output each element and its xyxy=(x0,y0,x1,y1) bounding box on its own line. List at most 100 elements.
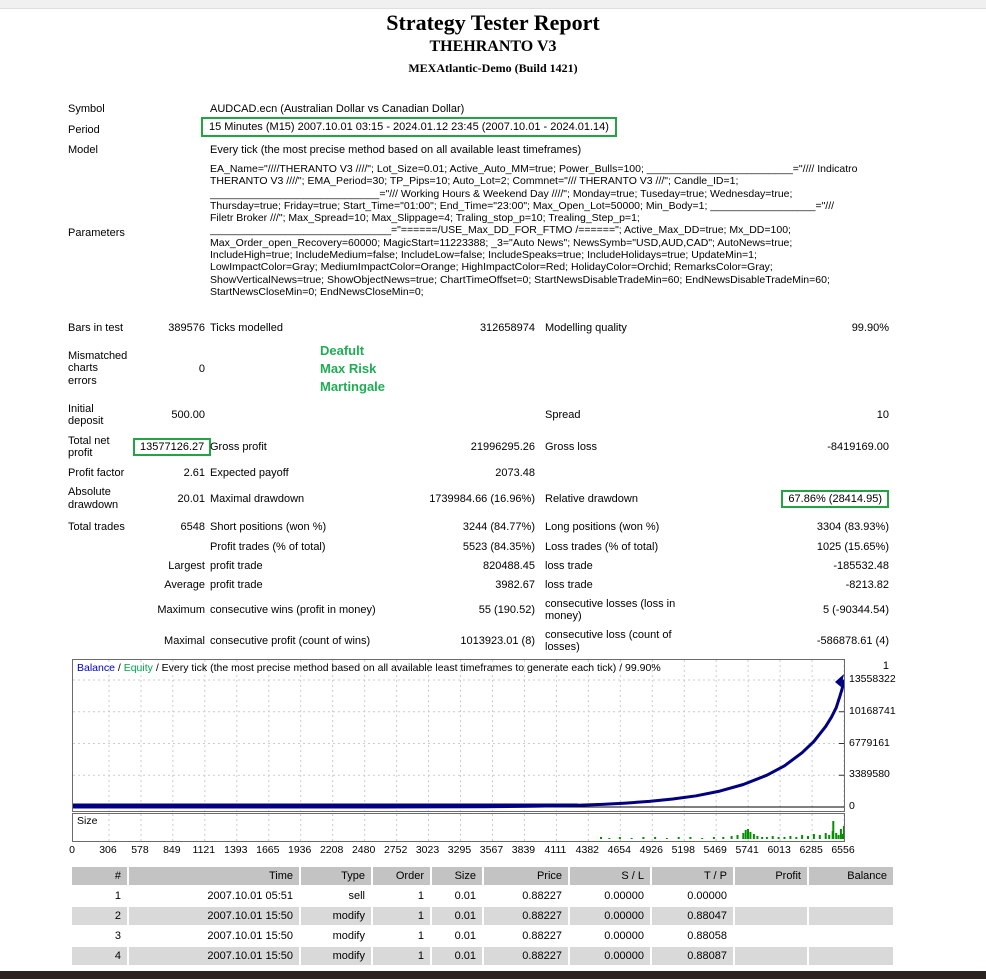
trades-column-header: Order xyxy=(373,867,430,885)
legend-model-text: Every tick (the most precise method base… xyxy=(162,662,661,674)
table-cell: 0.88227 xyxy=(484,927,568,945)
trades-table: #TimeTypeOrderSizePriceS / LT / PProfitB… xyxy=(70,865,895,979)
highlight-box: 67.86% (28414.95) xyxy=(781,490,889,508)
parameters-line: _____________________________="/// Worki… xyxy=(210,188,910,200)
stats-cell-c3: Expected payoff xyxy=(205,467,410,479)
stats-cell-c5: consecutive losses (loss in money) xyxy=(535,598,705,622)
parameters-label: Parameters xyxy=(68,227,125,239)
stats-cell-c1: Bars in test xyxy=(68,322,133,335)
x-axis-label: 4111 xyxy=(538,844,572,856)
stats-cell-c6: 1025 (15.65%) xyxy=(705,541,889,553)
parameters-line: LowImpactColor=Gray; MediumImpactColor=O… xyxy=(210,261,910,273)
stats-cell-c6: 5 (-90344.54) xyxy=(705,604,889,616)
size-bars-plot xyxy=(73,814,844,841)
stats-cell-c5: loss trade xyxy=(535,579,705,591)
trades-column-header: Profit xyxy=(735,867,807,885)
table-cell xyxy=(735,947,807,965)
y-axis-label: 6779161 xyxy=(849,737,890,749)
stats-cell-c5: Modelling quality xyxy=(535,322,705,334)
x-axis-label: 5741 xyxy=(730,844,764,856)
stats-cell-c2: Largest xyxy=(133,560,205,572)
x-axis-label: 0 xyxy=(55,844,89,856)
table-cell: modify xyxy=(301,927,371,945)
stats-cell-c4: 1013923.01 (8) xyxy=(410,635,535,647)
stats-cell-c3: Ticks modelled xyxy=(205,322,410,334)
table-cell: 0.00000 xyxy=(570,947,650,965)
table-cell xyxy=(809,927,893,945)
stats-cell-c4: 21996295.26 xyxy=(410,441,535,453)
stats-row: Total net profit13577126.27Gross profit2… xyxy=(68,435,889,460)
stats-cell-c2: 0 xyxy=(133,363,205,375)
stats-row: Maximumconsecutive wins (profit in money… xyxy=(68,598,889,622)
annotation-text: Max Risk xyxy=(210,360,410,378)
server-build: MEXAtlantic-Demo (Build 1421) xyxy=(0,61,986,76)
stats-cell-c5: loss trade xyxy=(535,560,705,572)
table-cell: 0.00000 xyxy=(570,907,650,925)
model-label: Model xyxy=(68,144,98,156)
stats-cell-c3: profit trade xyxy=(205,579,410,591)
stats-cell-c5: Gross loss xyxy=(535,441,705,453)
stats-row: Largestprofit trade820488.45loss trade-1… xyxy=(68,560,889,572)
table-row: 32007.10.01 15:50modify10.010.882270.000… xyxy=(72,927,893,945)
trades-column-header: Size xyxy=(432,867,482,885)
parameters-line: ShowVerticalNews=true; ShowObjectNews=tr… xyxy=(210,274,910,286)
stats-cell-c6: -586878.61 (4) xyxy=(705,635,889,647)
table-cell: 1 xyxy=(72,887,127,905)
parameters-line: Filetr Broker ///"; Max_Spread=10; Max_S… xyxy=(210,212,910,224)
x-axis-label: 5469 xyxy=(698,844,732,856)
stats-cell-c5: consecutive loss (count of losses) xyxy=(535,629,705,653)
x-axis-label: 4654 xyxy=(602,844,636,856)
parameters-line: Thursday=true; Friday=true; Start_Time="… xyxy=(210,200,910,212)
size-panel-label: Size xyxy=(77,815,97,827)
x-axis-label: 6285 xyxy=(794,844,828,856)
table-cell: 0.01 xyxy=(432,927,482,945)
legend-equity: Equity xyxy=(124,662,153,674)
trades-column-header: Price xyxy=(484,867,568,885)
parameters-line: THERANTO V3 ////"; EMA_Period=30; TP_Pip… xyxy=(210,175,910,187)
balance-chart: Balance / Equity / Every tick (the most … xyxy=(72,659,845,812)
x-axis-label: 1936 xyxy=(283,844,317,856)
legend-balance: Balance xyxy=(77,662,115,674)
stats-cell-c4: 5523 (84.35%) xyxy=(410,541,535,553)
table-cell: 0.88227 xyxy=(484,887,568,905)
period-label: Period xyxy=(68,124,100,136)
x-axis-label: 2752 xyxy=(379,844,413,856)
stats-cell-c6: 99.90% xyxy=(705,322,889,334)
parameters-text: EA_Name="////THERANTO V3 ////"; Lot_Size… xyxy=(210,163,910,298)
symbol-value: AUDCAD.ecn (Australian Dollar vs Canadia… xyxy=(210,103,464,115)
table-cell xyxy=(735,927,807,945)
statistics-grid: Bars in test389576Ticks modelled31265897… xyxy=(68,322,889,679)
stats-cell-c4: 1739984.66 (16.96%) xyxy=(410,493,535,505)
table-cell xyxy=(809,907,893,925)
table-cell xyxy=(735,887,807,905)
table-cell: 2007.10.01 15:50 xyxy=(129,927,299,945)
trades-table-header: #TimeTypeOrderSizePriceS / LT / PProfitB… xyxy=(72,867,893,885)
trades-column-header: T / P xyxy=(652,867,733,885)
stats-row: Averageprofit trade3982.67loss trade-821… xyxy=(68,579,889,591)
strategy-tester-report-page: Strategy Tester Report THEHRANTO V3 MEXA… xyxy=(0,0,986,979)
table-cell xyxy=(735,907,807,925)
stats-cell-c6: 10 xyxy=(705,409,889,421)
stats-cell-c4: 2073.48 xyxy=(410,467,535,479)
stats-cell-c6: 67.86% (28414.95) xyxy=(705,490,889,508)
report-title: Strategy Tester Report xyxy=(0,10,986,36)
x-axis-label: 1121 xyxy=(187,844,221,856)
x-axis-label: 3023 xyxy=(411,844,445,856)
x-axis-label: 3839 xyxy=(506,844,540,856)
bottom-dark-strip xyxy=(0,971,986,979)
parameters-line: StartNewsCloseMin=0; EndNewsCloseMin=0; xyxy=(210,286,910,298)
x-axis-label: 6556 xyxy=(826,844,860,856)
x-axis-label: 4926 xyxy=(634,844,668,856)
period-value: 15 Minutes (M15) 2007.10.01 03:15 - 2024… xyxy=(201,117,617,137)
stats-cell-c2: 500.00 xyxy=(133,409,205,421)
stats-cell-c5: Loss trades (% of total) xyxy=(535,541,705,553)
stats-row: Bars in test389576Ticks modelled31265897… xyxy=(68,322,889,335)
stats-cell-c5: Relative drawdown xyxy=(535,493,705,505)
stats-cell-c3: Short positions (won %) xyxy=(205,521,410,533)
table-cell: 3 xyxy=(72,927,127,945)
stats-cell-c3: Profit trades (% of total) xyxy=(205,541,410,553)
stats-cell-c1: Total net profit xyxy=(68,435,133,460)
table-cell: 4 xyxy=(72,947,127,965)
stats-cell-c6: -185532.48 xyxy=(705,560,889,572)
x-axis-label: 306 xyxy=(91,844,125,856)
